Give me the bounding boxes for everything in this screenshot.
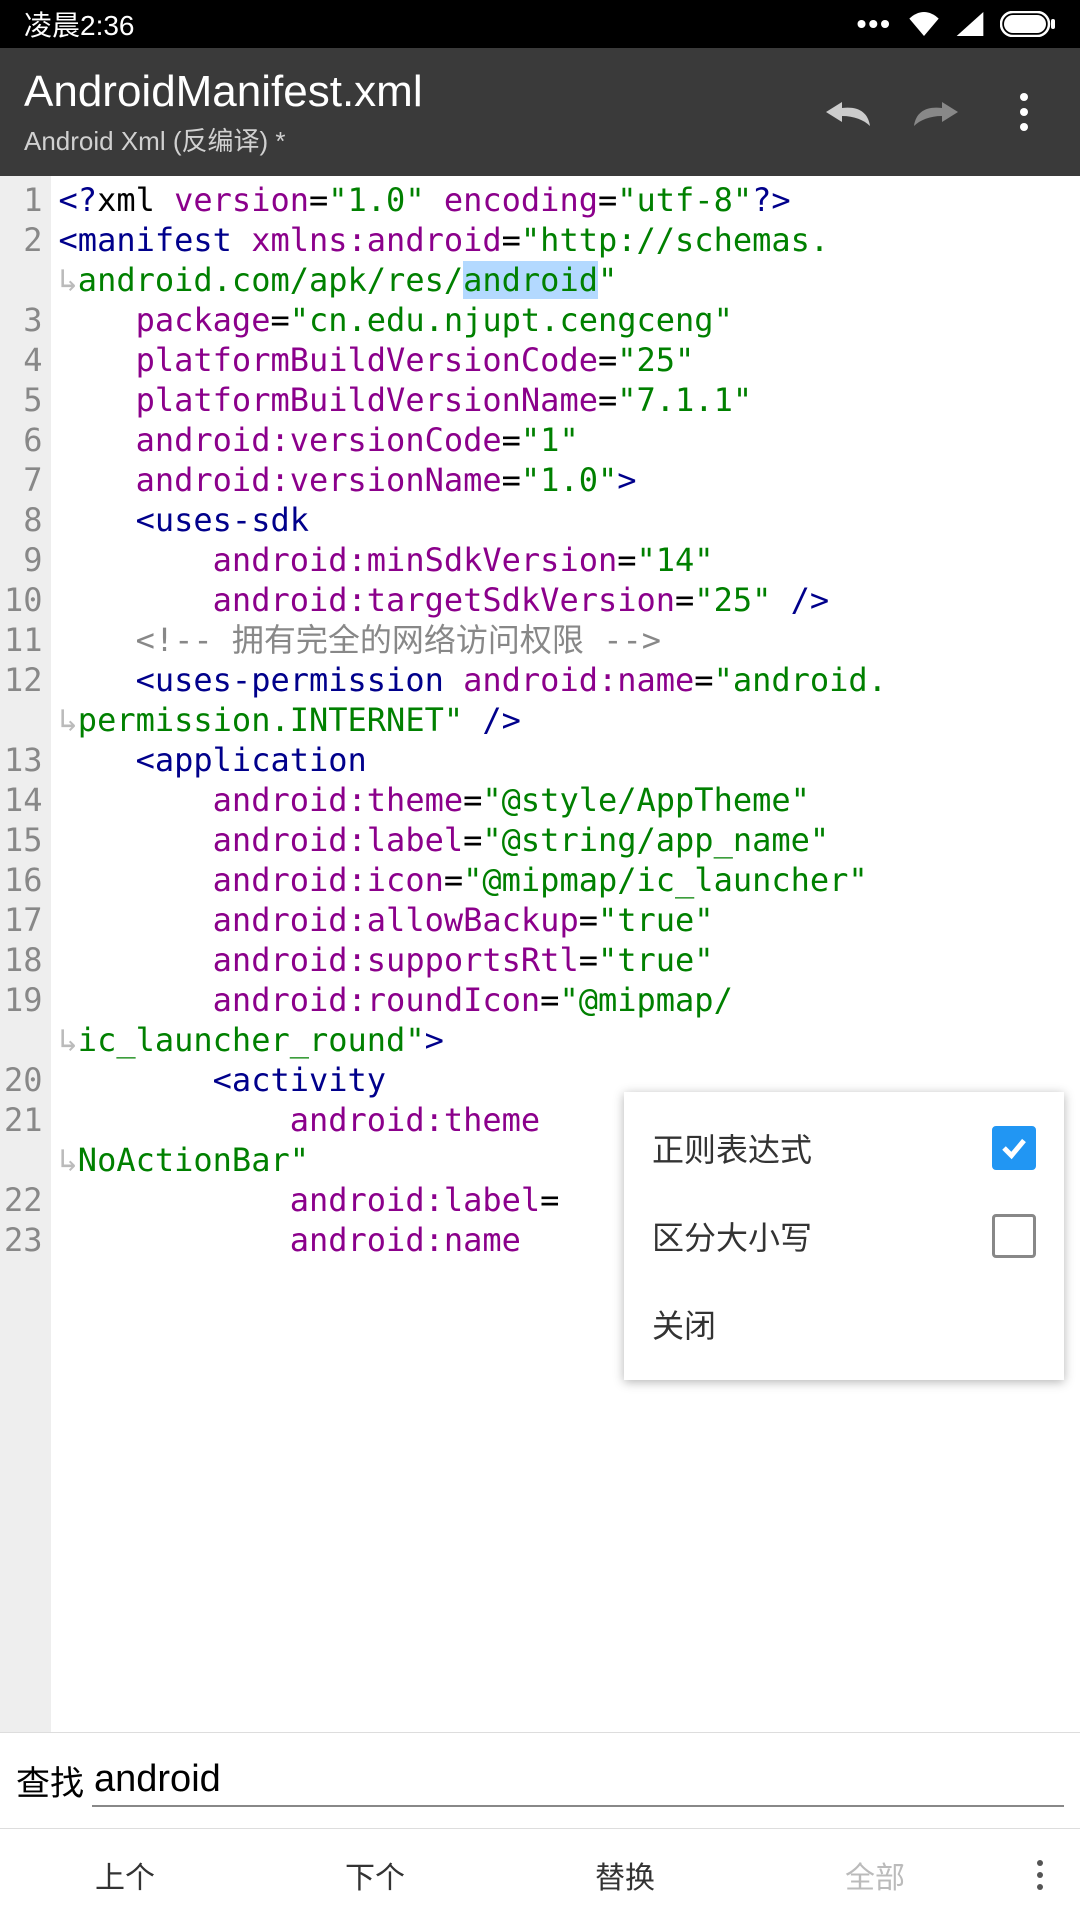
line-number-gutter: 12.3456789101112.13141516171819.2021.222…: [0, 176, 51, 1732]
code-content[interactable]: <?xml version="1.0" encoding="utf-8"?><m…: [51, 176, 1080, 1732]
regex-option-label: 正则表达式: [652, 1125, 992, 1171]
regex-option[interactable]: 正则表达式: [624, 1104, 1064, 1192]
status-time: 凌晨2:36: [24, 4, 857, 44]
search-toolbar: 上个 下个 替换 全部: [0, 1828, 1080, 1920]
more-indicator-icon: •••: [857, 8, 892, 40]
close-option[interactable]: 关闭: [624, 1280, 1064, 1368]
battery-icon: [1000, 11, 1056, 37]
undo-button[interactable]: [824, 88, 872, 136]
next-button[interactable]: 下个: [250, 1853, 500, 1897]
search-options-popup: 正则表达式 区分大小写 关闭: [624, 1092, 1064, 1380]
redo-button[interactable]: [912, 88, 960, 136]
case-sensitive-checkbox[interactable]: [992, 1214, 1036, 1258]
prev-button[interactable]: 上个: [0, 1853, 250, 1897]
signal-icon: [956, 12, 984, 36]
search-label: 查找: [16, 1756, 84, 1805]
status-indicators: •••: [857, 8, 1056, 40]
case-sensitive-option-label: 区分大小写: [652, 1213, 992, 1259]
page-title: AndroidManifest.xml: [24, 67, 824, 117]
replace-all-button[interactable]: 全部: [750, 1853, 1000, 1897]
page-subtitle: Android Xml (反编译) *: [24, 121, 824, 158]
app-bar: AndroidManifest.xml Android Xml (反编译) *: [0, 48, 1080, 176]
case-sensitive-option[interactable]: 区分大小写: [624, 1192, 1064, 1280]
search-bar: 查找: [0, 1732, 1080, 1828]
replace-button[interactable]: 替换: [500, 1853, 750, 1897]
code-editor[interactable]: 12.3456789101112.13141516171819.2021.222…: [0, 176, 1080, 1732]
search-input[interactable]: [92, 1754, 1064, 1807]
app-bar-titles: AndroidManifest.xml Android Xml (反编译) *: [24, 67, 824, 158]
status-bar: 凌晨2:36 •••: [0, 0, 1080, 48]
search-overflow-button[interactable]: [1000, 1859, 1080, 1891]
regex-checkbox[interactable]: [992, 1126, 1036, 1170]
close-option-label: 关闭: [652, 1301, 1036, 1347]
wifi-icon: [908, 12, 940, 36]
overflow-menu-button[interactable]: [1000, 88, 1048, 136]
app-bar-actions: [824, 88, 1056, 136]
